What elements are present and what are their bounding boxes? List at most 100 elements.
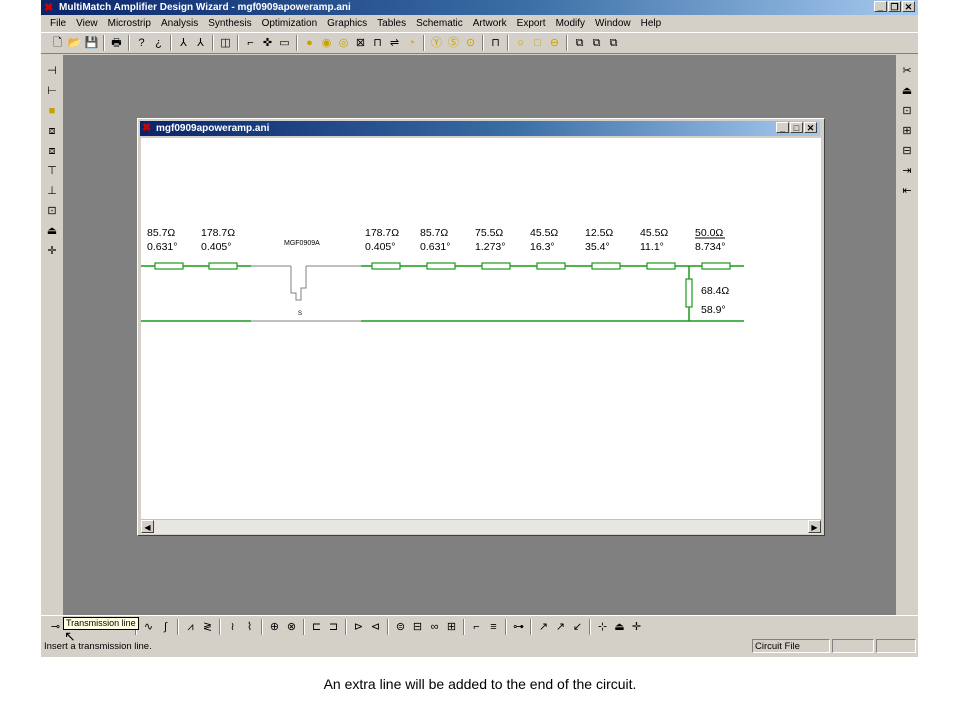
bridge-icon[interactable]: ⊓ xyxy=(369,35,386,52)
restore-button[interactable]: ❐ xyxy=(888,1,901,12)
resonator-icon[interactable]: ⊜ xyxy=(392,619,409,636)
coupled-line-alt-icon[interactable]: ⊐ xyxy=(325,619,342,636)
circle-icon[interactable]: ● xyxy=(301,35,318,52)
menu-tables[interactable]: Tables xyxy=(372,16,411,32)
s-smith-icon[interactable]: Ⓢ xyxy=(445,35,462,52)
child-minimize-button[interactable]: _ xyxy=(776,122,789,133)
new-file-icon[interactable]: 🗋 xyxy=(49,35,66,52)
equal-icon[interactable]: ⇌ xyxy=(386,35,403,52)
transistor-icon[interactable]: ⊕ xyxy=(266,619,283,636)
layers-icon[interactable]: ⧉ xyxy=(571,35,588,52)
menu-microstrip[interactable]: Microstrip xyxy=(103,16,156,32)
series-inductor-icon[interactable]: ∿ xyxy=(140,619,157,636)
port-left-icon[interactable]: ⊣ xyxy=(44,63,61,80)
amplifier-icon[interactable]: ⅄ xyxy=(175,35,192,52)
transistor-symbol xyxy=(290,266,307,301)
step-icon[interactable]: ⌐ xyxy=(468,619,485,636)
menu-view[interactable]: View xyxy=(71,16,103,32)
pulse-icon[interactable]: ⊓ xyxy=(487,35,504,52)
stability-circle-icon[interactable]: ◎ xyxy=(335,35,352,52)
chart-icon[interactable]: ◔ xyxy=(403,35,420,52)
yellow-box-icon[interactable]: ■ xyxy=(44,103,61,120)
branch-icon[interactable]: ⊥ xyxy=(44,183,61,200)
series-node-icon[interactable]: ⊢ xyxy=(44,83,61,100)
scroll-right-icon[interactable]: ▶ xyxy=(808,520,821,533)
menu-graphics[interactable]: Graphics xyxy=(322,16,372,32)
layers-stack-icon[interactable]: ⧉ xyxy=(605,35,622,52)
save-icon[interactable]: 💾 xyxy=(83,35,100,52)
minus-circle-icon[interactable]: ⊖ xyxy=(546,35,563,52)
scroll-left-icon[interactable]: ◀ xyxy=(141,520,154,533)
attenuator-icon[interactable]: ⊞ xyxy=(443,619,460,636)
arrow-out-icon[interactable]: ⇤ xyxy=(899,183,916,200)
circulator-icon[interactable]: ⧈ xyxy=(44,123,61,140)
gap-icon[interactable]: ≡ xyxy=(485,619,502,636)
transformer-icon[interactable]: ∞ xyxy=(426,619,443,636)
k-box-icon[interactable]: ⊡ xyxy=(44,203,61,220)
series-resistor-icon[interactable]: ⩘ xyxy=(182,619,199,636)
schematic-canvas[interactable]: MGF0909A S 85.7Ω 0.631° 178.7Ω 0.405° 178.7Ω 0.… xyxy=(141,138,821,520)
cross-tool-icon[interactable]: ✛ xyxy=(628,619,645,636)
child-close-button[interactable]: ✕ xyxy=(804,122,817,133)
open-folder-icon[interactable]: 📂 xyxy=(66,35,83,52)
device-label: MGF0909A xyxy=(284,240,320,247)
dot-box-icon[interactable]: ⊡ xyxy=(899,103,916,120)
box-x-icon[interactable]: ⊠ xyxy=(352,35,369,52)
menu-schematic[interactable]: Schematic xyxy=(411,16,468,32)
shunt-inductor-icon[interactable]: ∫ xyxy=(157,619,174,636)
probe-icon[interactable]: ↗ xyxy=(535,619,552,636)
dot-circle-icon[interactable]: ⊙ xyxy=(462,35,479,52)
horizontal-scrollbar[interactable]: ◀ ▶ xyxy=(141,519,821,534)
shunt-resistor-icon[interactable]: ≷ xyxy=(199,619,216,636)
menu-optimization[interactable]: Optimization xyxy=(257,16,323,32)
menu-synthesis[interactable]: Synthesis xyxy=(203,16,256,32)
help-icon[interactable]: ? xyxy=(133,35,150,52)
amplifier-alt-icon[interactable]: ⅄ xyxy=(192,35,209,52)
print-icon[interactable]: 🖶 xyxy=(108,35,125,52)
context-help-icon[interactable]: ¿ xyxy=(150,35,167,52)
marker-icon[interactable]: ⊹ xyxy=(594,619,611,636)
cross-icon[interactable]: ✛ xyxy=(44,243,61,260)
menu-modify[interactable]: Modify xyxy=(551,16,590,32)
two-port-icon[interactable]: ◫ xyxy=(217,35,234,52)
probe-alt-icon[interactable]: ↗ xyxy=(552,619,569,636)
eject-icon[interactable]: ⏏ xyxy=(899,83,916,100)
probe-cross-icon[interactable]: ↙ xyxy=(569,619,586,636)
via-icon[interactable]: ⊶ xyxy=(510,619,527,636)
scissors-icon[interactable]: ✂ xyxy=(899,63,916,80)
coupler-icon[interactable]: ⧈ xyxy=(44,143,61,160)
series-lc-icon[interactable]: ≀ xyxy=(224,619,241,636)
close-button[interactable]: ✕ xyxy=(902,1,915,12)
component-icon[interactable]: ▭ xyxy=(276,35,293,52)
menu-artwork[interactable]: Artwork xyxy=(468,16,512,32)
port-icon[interactable]: ⌐ xyxy=(242,35,259,52)
transistor-alt-icon[interactable]: ⊗ xyxy=(283,619,300,636)
transmission-line-icon[interactable]: ⊸ xyxy=(47,619,64,636)
filter-icon[interactable]: ⊟ xyxy=(409,619,426,636)
gamma-circle-icon[interactable]: ◉ xyxy=(318,35,335,52)
schematic-title-bar: ✖ mgf0909apoweramp.ani _ □ ✕ xyxy=(140,121,820,136)
shunt-lc-icon[interactable]: ⌇ xyxy=(241,619,258,636)
ground-icon[interactable]: ⏏ xyxy=(44,223,61,240)
square-icon[interactable]: □ xyxy=(529,35,546,52)
menu-window[interactable]: Window xyxy=(590,16,636,32)
y-smith-icon[interactable]: Ⓨ xyxy=(428,35,445,52)
menu-help[interactable]: Help xyxy=(636,16,667,32)
series-diode-icon[interactable]: ⊳ xyxy=(350,619,367,636)
menu-analysis[interactable]: Analysis xyxy=(156,16,203,32)
ground-plane-icon[interactable]: ⏏ xyxy=(611,619,628,636)
ring-icon[interactable]: ○ xyxy=(512,35,529,52)
child-maximize-button[interactable]: □ xyxy=(790,122,803,133)
menu-export[interactable]: Export xyxy=(512,16,551,32)
cross-junction-icon[interactable]: ✜ xyxy=(259,35,276,52)
menu-file[interactable]: File xyxy=(45,16,71,32)
arrow-in-icon[interactable]: ⇥ xyxy=(899,163,916,180)
application-window: ✖ MultiMatch Amplifier Design Wizard - m… xyxy=(41,0,918,657)
shunt-diode-icon[interactable]: ⊲ xyxy=(367,619,384,636)
minimize-button[interactable]: _ xyxy=(874,1,887,12)
tee-icon[interactable]: ⊤ xyxy=(44,163,61,180)
layers-alt-icon[interactable]: ⧉ xyxy=(588,35,605,52)
coupled-line-icon[interactable]: ⊏ xyxy=(308,619,325,636)
plus-box-icon[interactable]: ⊞ xyxy=(899,123,916,140)
minus-box-icon[interactable]: ⊟ xyxy=(899,143,916,160)
